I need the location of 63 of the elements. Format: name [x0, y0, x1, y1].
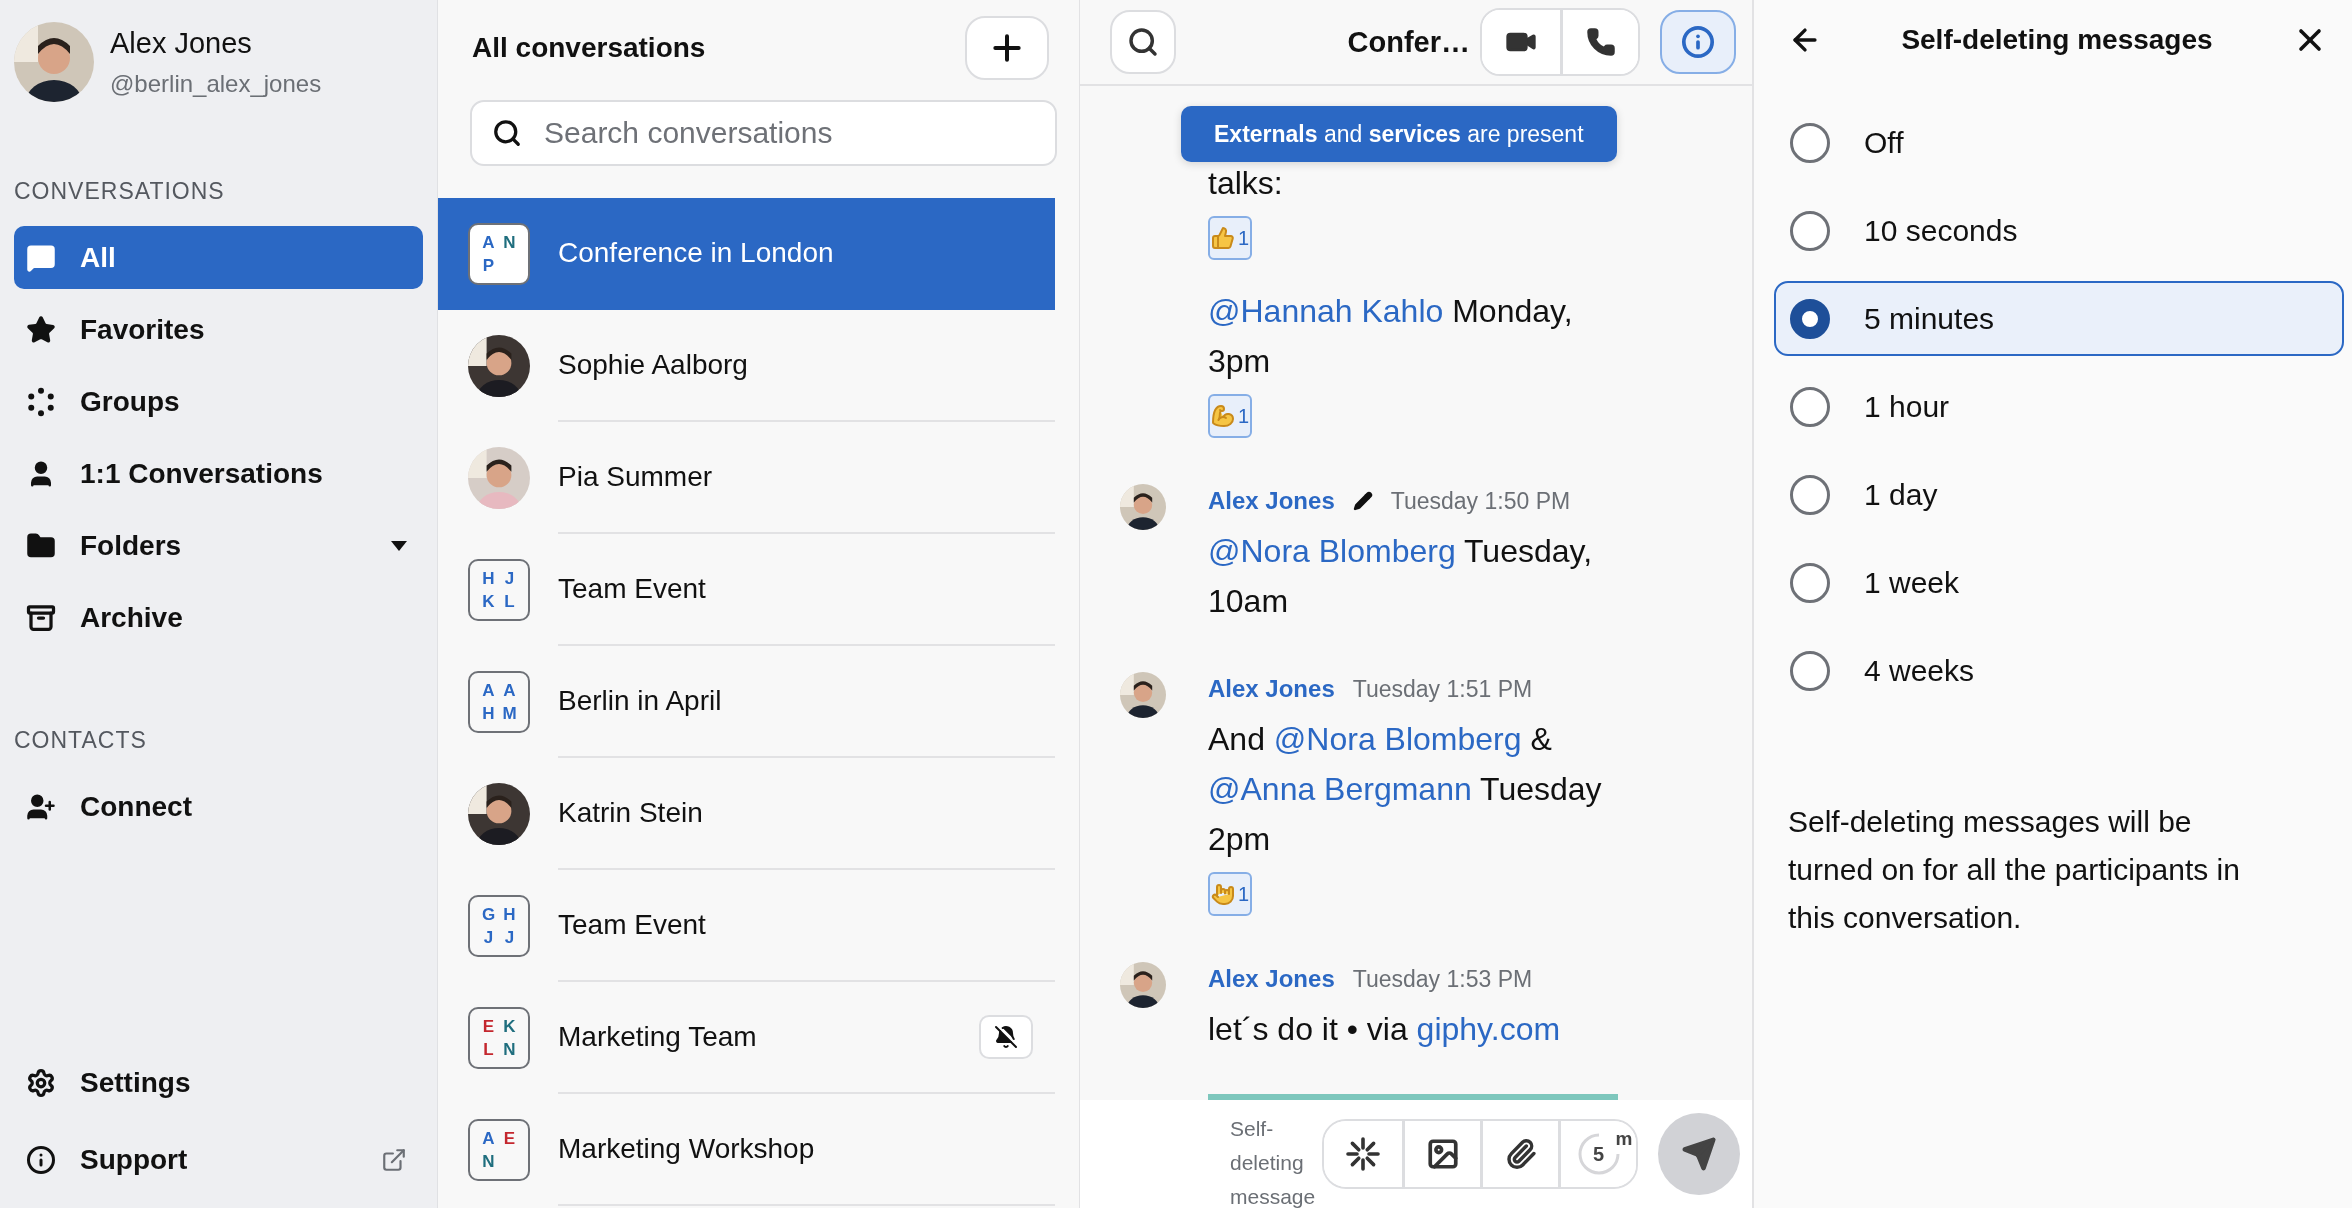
timer-button[interactable]: 5 m [1558, 1121, 1636, 1187]
list-title: All conversations [472, 32, 706, 64]
timer-option[interactable]: Off [1774, 105, 2344, 180]
timer-option[interactable]: 10 seconds [1774, 193, 2344, 268]
search-field[interactable]: Search conversations [470, 100, 1057, 166]
nav-item[interactable]: Folders [14, 514, 423, 577]
nav-item[interactable]: Connect [14, 775, 423, 838]
author-name[interactable]: Alex Jones [1208, 675, 1335, 703]
timer-option[interactable]: 4 weeks [1774, 633, 2344, 708]
section-heading: CONTACTS [14, 727, 148, 754]
timer-option[interactable]: 1 week [1774, 545, 2344, 620]
description-text: Self-deleting messages will be turned on for all the participants in this conversation. [1788, 804, 2241, 936]
self-deleting-label: Self-deleting message [1230, 1116, 1317, 1208]
panel-title: Self-deleting messages [1901, 24, 2213, 56]
author-name[interactable]: Alex Jones [1208, 487, 1335, 515]
search-input[interactable]: Search conversations [542, 115, 1035, 151]
conversation-item[interactable]: Pia Summer [438, 422, 1055, 534]
nav-item[interactable]: Settings [14, 1051, 423, 1114]
conversation-item[interactable]: H J K L Team Event [438, 534, 1055, 646]
timestamp: Tuesday 1:51 PM [1352, 675, 1533, 703]
conversation-item[interactable]: Katrin Stein [438, 758, 1055, 870]
group-avatar: A A H M [468, 671, 530, 733]
mention-link[interactable]: @Nora Blomberg [1273, 721, 1522, 757]
message-text: @Hannah Kahlo Monday, 3pm [1208, 292, 1574, 381]
conversation-item[interactable]: Sophie Aalborg [438, 310, 1055, 422]
conversation-item[interactable]: A A H M Berlin in April [438, 646, 1055, 758]
timer-option[interactable]: 1 day [1774, 457, 2344, 532]
mention-link[interactable]: @Hannah Kahlo [1208, 293, 1444, 329]
user-name: Alex Jones [110, 26, 253, 60]
reaction-button[interactable]: 1 [1208, 394, 1252, 438]
mention-link[interactable]: @Nora Blomberg [1208, 533, 1456, 569]
nav-item[interactable]: All [14, 226, 423, 289]
nav-item[interactable]: Groups [14, 370, 423, 433]
nav-item[interactable]: Archive [14, 586, 423, 649]
conversation-item[interactable]: A N P Conference in London [438, 198, 1055, 310]
group-avatar: E K L N [468, 1007, 530, 1069]
externals-banner: Externals and services are present [1181, 106, 1617, 162]
section-heading: CONVERSATIONS [14, 178, 226, 205]
message-text: @Nora Blomberg Tuesday, 10am [1208, 532, 1594, 621]
nav-item[interactable]: Support [14, 1128, 423, 1191]
message-text: talks: [1208, 164, 1284, 203]
conversation-item[interactable]: A E N Marketing Workshop [438, 1094, 1055, 1206]
conversation-title: Confer… [1347, 25, 1470, 59]
timer-option[interactable]: 1 hour [1774, 369, 2344, 444]
conversation-item[interactable]: G H J J Team Event [438, 870, 1055, 982]
group-avatar: A N P [468, 223, 530, 285]
nav-item[interactable]: 1:1 Conversations [14, 442, 423, 505]
author-name[interactable]: Alex Jones [1208, 965, 1335, 993]
timestamp: Tuesday 1:50 PM [1390, 487, 1571, 515]
reaction-button[interactable]: 1 [1208, 872, 1252, 916]
timestamp: Tuesday 1:53 PM [1352, 965, 1533, 993]
user-handle: @berlin_alex_jones [110, 69, 322, 98]
nav-item[interactable]: Favorites [14, 298, 423, 361]
group-avatar: A E N [468, 1119, 530, 1181]
link[interactable]: giphy.com [1416, 1011, 1561, 1047]
message-text: And @Nora Blomberg & @Anna Bergmann Tuesday 2pm [1208, 720, 1603, 859]
reaction-button[interactable]: 1 [1208, 216, 1252, 260]
mention-link[interactable]: @Anna Bergmann [1208, 771, 1472, 807]
timer-option[interactable]: 5 minutes [1774, 281, 2344, 356]
conversation-item[interactable]: E K L N Marketing Team [438, 982, 1055, 1094]
message-text: let´s do it • via giphy.com [1208, 1010, 1562, 1049]
group-avatar: G H J J [468, 895, 530, 957]
group-avatar: H J K L [468, 559, 530, 621]
